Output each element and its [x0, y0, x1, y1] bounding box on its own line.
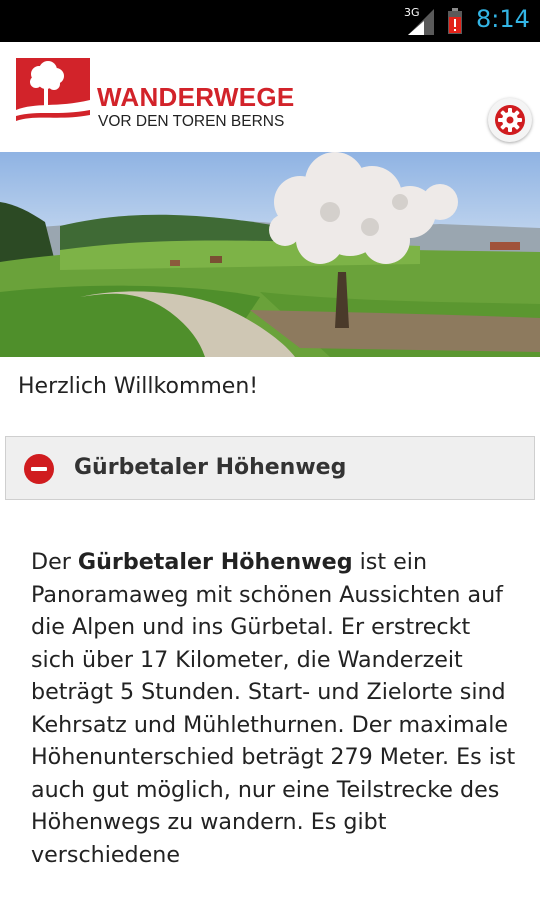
logo-subtitle: VOR DEN TOREN BERNS	[98, 113, 285, 130]
logo-image	[16, 58, 90, 128]
logo-title: WANDERWEGE	[97, 82, 295, 112]
battery-icon	[448, 8, 462, 34]
landscape-image	[0, 152, 540, 357]
signal-icon	[408, 9, 434, 35]
gear-icon	[495, 105, 525, 135]
route-title: Gürbetaler Höhenweg	[74, 455, 347, 480]
status-bar: 3G 8:14	[0, 0, 540, 42]
app-header: WANDERWEGE VOR DEN TOREN BERNS	[0, 42, 540, 152]
route-description: Der Gürbetaler Höhenweg ist ein Panorama…	[31, 546, 521, 871]
description-body: ist ein Panoramaweg mit schönen Aussicht…	[31, 549, 516, 868]
route-accordion-header[interactable]: Gürbetaler Höhenweg	[5, 436, 535, 500]
minus-circle-icon[interactable]	[24, 454, 54, 484]
description-intro: Der	[31, 549, 78, 575]
description-route-name: Gürbetaler Höhenweg	[77, 549, 353, 575]
clock: 8:14	[476, 5, 530, 33]
welcome-text: Herzlich Willkommen!	[18, 374, 259, 399]
settings-button[interactable]	[488, 98, 532, 142]
